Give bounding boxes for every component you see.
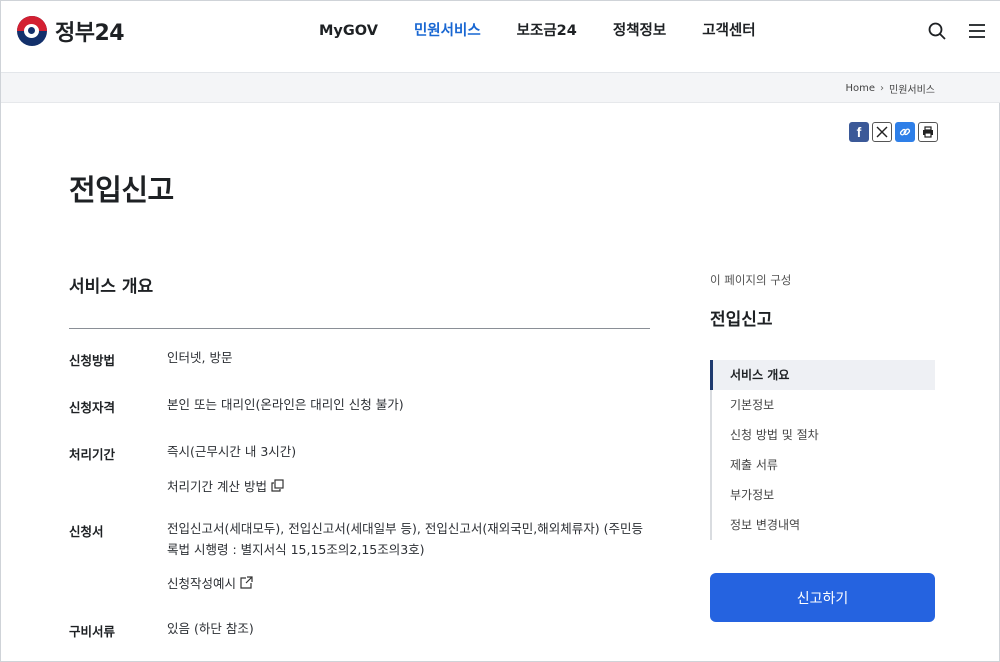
apply-button[interactable]: 신고하기 [710, 573, 935, 622]
section-divider [69, 328, 650, 329]
page-toc: 서비스 개요 기본정보 신청 방법 및 절차 제출 서류 부가정보 정보 변경내… [710, 360, 935, 540]
print-icon[interactable] [918, 122, 938, 142]
main-nav: MyGOV 민원서비스 보조금24 정책정보 고객센터 [319, 21, 756, 41]
row-value-eligibility: 본인 또는 대리인(온라인은 대리인 신청 불가) [167, 397, 404, 412]
link-icon[interactable] [895, 122, 915, 142]
application-example-label: 신청작성예시 [167, 576, 237, 591]
share-tools: f [849, 122, 938, 142]
taegeuk-logo-icon [17, 16, 47, 46]
nav-item-civil-service[interactable]: 민원서비스 [414, 21, 481, 41]
nav-item-subsidy[interactable]: 보조금24 [517, 21, 577, 41]
nav-item-policy[interactable]: 정책정보 [613, 21, 666, 41]
section-title: 서비스 개요 [69, 277, 154, 297]
processing-time-calc-label: 처리기간 계산 방법 [167, 479, 267, 494]
chevron-right-icon: › [880, 83, 884, 94]
toc-item-additional-info[interactable]: 부가정보 [712, 480, 935, 510]
row-label-application-form: 신청서 [69, 524, 104, 539]
breadcrumb-bar: Home › 민원서비스 [1, 73, 1000, 103]
toc-item-overview[interactable]: 서비스 개요 [710, 360, 935, 390]
copy-icon [271, 479, 284, 492]
processing-time-calc-link[interactable]: 처리기간 계산 방법 [167, 476, 284, 495]
row-value-documents: 있음 (하단 참조) [167, 621, 254, 636]
external-link-icon [240, 576, 253, 589]
page-title: 전입신고 [69, 173, 174, 207]
row-value-processing-time: 즉시(근무시간 내 3시간) [167, 444, 297, 459]
row-value-application-form: 전입신고서(세대모두), 전입신고서(세대일부 등), 전입신고서(재외국민,해… [167, 521, 643, 557]
toc-item-basic-info[interactable]: 기본정보 [712, 390, 935, 420]
menu-icon[interactable] [967, 21, 987, 41]
logo-text: 정부24 [55, 21, 125, 46]
row-label-eligibility: 신청자격 [69, 400, 116, 415]
nav-item-mygov[interactable]: MyGOV [319, 21, 378, 41]
toc-item-documents[interactable]: 제출 서류 [712, 450, 935, 480]
row-label-method: 신청방법 [69, 353, 116, 368]
breadcrumb: Home › 민원서비스 [845, 81, 935, 96]
toc-item-procedure[interactable]: 신청 방법 및 절차 [712, 420, 935, 450]
application-example-link[interactable]: 신청작성예시 [167, 573, 253, 592]
side-caption: 이 페이지의 구성 [710, 273, 792, 287]
side-title: 전입신고 [710, 310, 773, 330]
breadcrumb-home[interactable]: Home [845, 83, 875, 94]
x-icon[interactable] [872, 122, 892, 142]
facebook-icon[interactable]: f [849, 122, 869, 142]
row-label-processing-time: 처리기간 [69, 447, 116, 462]
header-utilities [927, 21, 987, 41]
site-header: 정부24 MyGOV 민원서비스 보조금24 정책정보 고객센터 [1, 1, 1000, 73]
site-logo[interactable]: 정부24 [17, 15, 125, 47]
breadcrumb-current[interactable]: 민원서비스 [889, 81, 935, 96]
search-icon[interactable] [927, 21, 947, 41]
row-value-method: 인터넷, 방문 [167, 350, 233, 365]
toc-item-change-history[interactable]: 정보 변경내역 [712, 510, 935, 540]
nav-item-customer-center[interactable]: 고객센터 [702, 21, 755, 41]
row-label-documents: 구비서류 [69, 624, 116, 639]
